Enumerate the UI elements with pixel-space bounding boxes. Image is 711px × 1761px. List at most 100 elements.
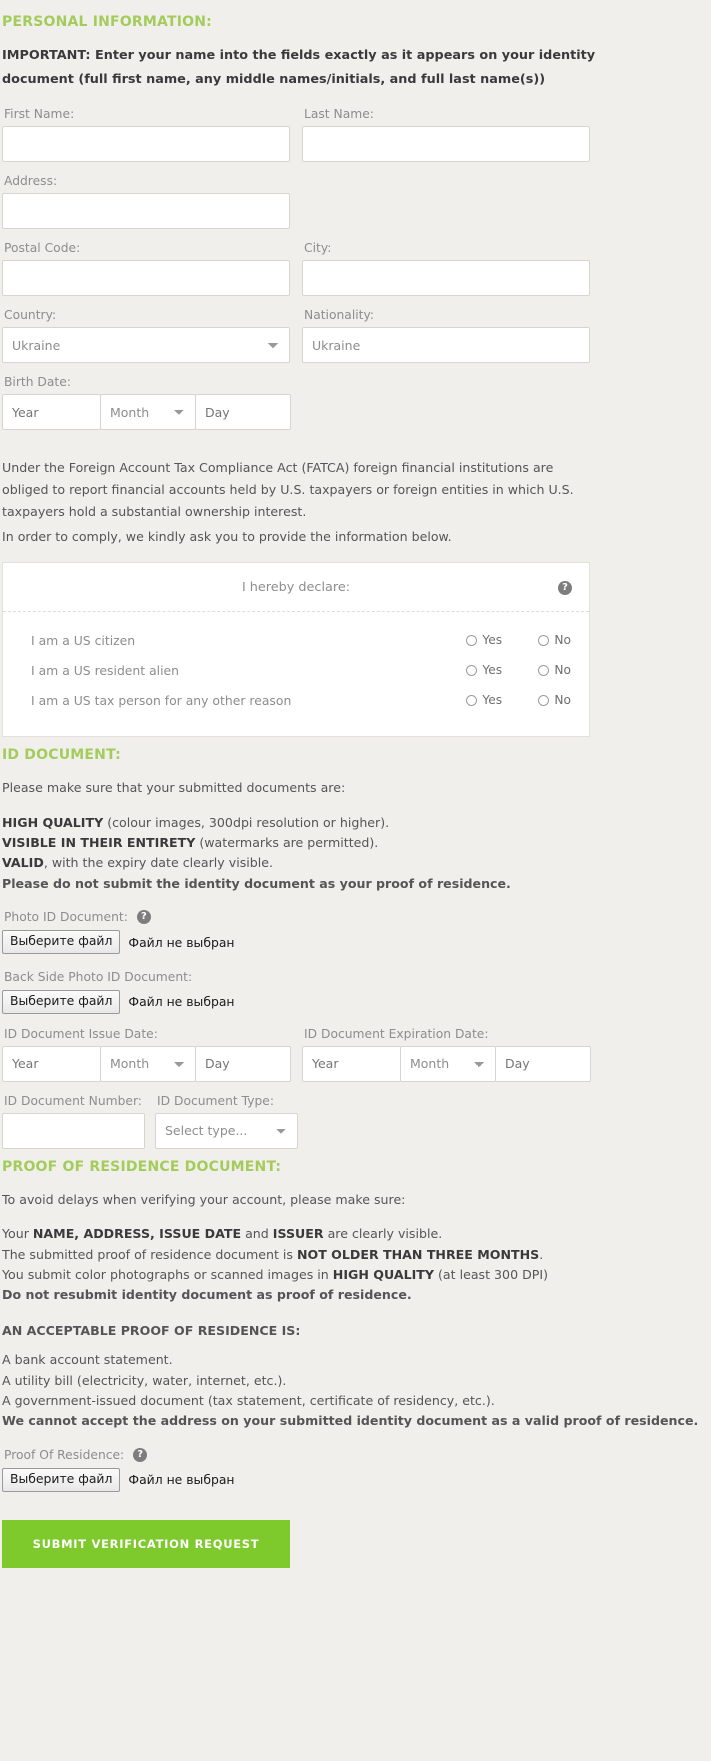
birth-year-input[interactable] xyxy=(2,394,101,431)
address-input[interactable] xyxy=(2,193,290,230)
expiration-date-label: ID Document Expiration Date: xyxy=(304,1026,489,1041)
id-requirement-visible: VISIBLE IN THEIR ENTIRETY (watermarks ar… xyxy=(2,833,701,853)
country-select[interactable]: Ukraine xyxy=(2,327,290,364)
back-side-file-control: Выберите файл Файл не выбран xyxy=(2,989,701,1014)
por-line2-post: . xyxy=(539,1246,544,1262)
photo-id-choose-file-button[interactable]: Выберите файл xyxy=(2,930,121,954)
proof-of-residence-warning: Do not resubmit identity document as pro… xyxy=(2,1287,412,1303)
exp-month-wrap: Month xyxy=(400,1045,496,1082)
por-line2-bold: NOT OLDER THAN THREE MONTHS xyxy=(296,1246,540,1262)
id-document-heading: ID DOCUMENT: xyxy=(2,746,121,763)
radio-us-citizen-yes[interactable]: Yes xyxy=(466,633,516,647)
expiration-month-select[interactable]: Month xyxy=(400,1045,496,1082)
id-requirement-high-quality: HIGH QUALITY (colour images, 300dpi reso… xyxy=(2,813,701,833)
radio-circle-icon xyxy=(538,694,550,706)
important-name-note: IMPORTANT: Enter your name into the fiel… xyxy=(2,48,596,87)
id-number-type-row: ID Document Number: ID Document Type: Se… xyxy=(2,1094,701,1149)
exp-day-wrap xyxy=(495,1045,591,1082)
declaration-question-label: I am a US resident alien xyxy=(31,662,180,678)
city-label: City: xyxy=(304,241,332,256)
verification-form-page: PERSONAL INFORMATION: IMPORTANT: Enter y… xyxy=(0,0,711,1568)
postal-code-input[interactable] xyxy=(2,260,290,297)
postal-code-field-group: Postal Code: xyxy=(2,241,290,297)
id-dates-row: ID Document Issue Date: Month ID Documen… xyxy=(2,1027,701,1082)
first-name-label: First Name: xyxy=(4,107,75,122)
issue-date-inputs: Month xyxy=(2,1045,291,1082)
country-field-group: Country: Ukraine xyxy=(2,308,290,364)
issue-day-input[interactable] xyxy=(195,1045,291,1082)
last-name-label: Last Name: xyxy=(304,107,374,122)
nationality-field-group: Nationality: Ukraine xyxy=(302,308,590,364)
photo-id-file-control: Выберите файл Файл не выбран xyxy=(2,930,701,954)
help-icon[interactable]: ? xyxy=(133,1447,148,1462)
country-nationality-row: Country: Ukraine Nationality: Ukraine xyxy=(2,308,701,364)
proof-of-residence-label-row: Proof Of Residence: ? xyxy=(4,1447,701,1462)
back-side-label-row: Back Side Photo ID Document: xyxy=(4,970,701,984)
help-icon[interactable]: ? xyxy=(136,910,151,925)
personal-information-heading: PERSONAL INFORMATION: xyxy=(2,14,212,30)
acceptable-proof-heading: AN ACCEPTABLE PROOF OF RESIDENCE IS: xyxy=(2,1322,301,1338)
id-requirement-3-bold: VALID xyxy=(2,855,44,871)
proof-of-residence-final-warning: We cannot accept the address on your sub… xyxy=(2,1413,699,1429)
last-name-input[interactable] xyxy=(302,126,590,163)
help-icon[interactable]: ? xyxy=(558,580,572,595)
submit-verification-request-button[interactable]: SUBMIT VERIFICATION REQUEST xyxy=(2,1519,290,1568)
birth-date-group: Birth Date: Month xyxy=(2,375,291,431)
id-requirement-valid: VALID, with the expiry date clearly visi… xyxy=(2,853,701,873)
issue-day-wrap xyxy=(195,1045,291,1082)
radio-yes-label: Yes xyxy=(482,633,503,648)
acceptable-proof-item: A bank account statement. xyxy=(2,1352,173,1368)
issue-month-select[interactable]: Month xyxy=(100,1045,196,1082)
radio-resident-alien-yes[interactable]: Yes xyxy=(466,663,516,677)
por-line1-bold: NAME, ADDRESS, ISSUE DATE xyxy=(32,1226,242,1242)
declaration-row-tax-person: I am a US tax person for any other reaso… xyxy=(21,686,571,716)
birth-day-wrap xyxy=(195,394,291,431)
proof-of-residence-file-control: Выберите файл Файл не выбран xyxy=(2,1467,701,1492)
por-line3-bold: HIGH QUALITY xyxy=(332,1267,434,1283)
radio-group-us-citizen: Yes No xyxy=(466,633,571,647)
proof-of-residence-choose-file-button[interactable]: Выберите файл xyxy=(2,1467,121,1492)
fatca-declaration-panel: I hereby declare: ? I am a US citizen Ye… xyxy=(2,561,590,737)
radio-circle-icon xyxy=(466,634,478,646)
id-document-type-select[interactable]: Select type... xyxy=(155,1112,298,1149)
proof-of-residence-intro: To avoid delays when verifying your acco… xyxy=(2,1191,406,1207)
expiration-year-input[interactable] xyxy=(302,1045,401,1082)
por-line3-pre: You submit color photographs or scanned … xyxy=(2,1267,333,1283)
id-document-number-input[interactable] xyxy=(2,1112,145,1149)
id-type-group: ID Document Type: Select type... xyxy=(155,1094,298,1149)
radio-resident-alien-no[interactable]: No xyxy=(538,663,571,677)
name-row: First Name: Last Name: xyxy=(2,107,701,163)
birth-month-select[interactable]: Month xyxy=(100,394,196,431)
address-row: Address: xyxy=(2,174,701,230)
first-name-input[interactable] xyxy=(2,126,290,163)
por-line1-mid: and xyxy=(241,1226,273,1242)
issue-year-input[interactable] xyxy=(2,1045,101,1082)
id-requirement-2-bold: VISIBLE IN THEIR ENTIRETY xyxy=(2,835,196,851)
id-document-number-label: ID Document Number: xyxy=(4,1093,142,1108)
back-side-file-status: Файл не выбран xyxy=(128,994,235,1010)
birth-day-input[interactable] xyxy=(195,394,291,431)
address-label: Address: xyxy=(4,174,58,189)
radio-group-resident-alien: Yes No xyxy=(466,663,571,677)
radio-us-citizen-no[interactable]: No xyxy=(538,633,571,647)
expiration-day-input[interactable] xyxy=(495,1045,591,1082)
nationality-select[interactable]: Ukraine xyxy=(302,327,590,364)
city-input[interactable] xyxy=(302,260,590,297)
radio-circle-icon xyxy=(538,664,550,676)
declaration-row-resident-alien: I am a US resident alien Yes No xyxy=(21,656,571,686)
id-document-warning: Please do not submit the identity docume… xyxy=(2,875,511,891)
photo-id-label: Photo ID Document: xyxy=(4,910,128,925)
declaration-question-label: I am a US citizen xyxy=(31,632,136,648)
id-requirement-1-rest: (colour images, 300dpi resolution or hig… xyxy=(103,814,390,830)
back-side-choose-file-button[interactable]: Выберите файл xyxy=(2,989,121,1014)
proof-of-residence-file-label: Proof Of Residence: xyxy=(4,1447,125,1462)
radio-tax-person-yes[interactable]: Yes xyxy=(466,693,516,707)
postal-code-label: Postal Code: xyxy=(4,241,81,256)
birth-month-wrap: Month xyxy=(100,394,196,431)
por-line1-pre: Your xyxy=(2,1226,33,1242)
fatca-paragraph-2: In order to comply, we kindly ask you to… xyxy=(2,529,452,545)
birth-date-row: Birth Date: Month xyxy=(2,375,701,431)
id-requirement-1-bold: HIGH QUALITY xyxy=(2,814,104,830)
id-document-type-label: ID Document Type: xyxy=(157,1093,275,1108)
radio-tax-person-no[interactable]: No xyxy=(538,693,571,707)
